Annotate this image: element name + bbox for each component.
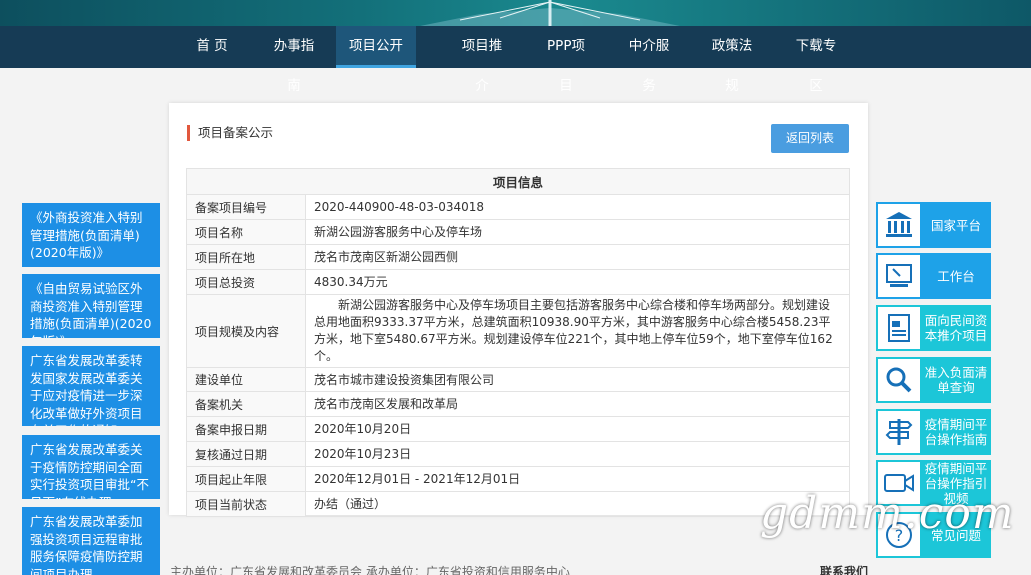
row-value: 茂名市茂南区发展和改革局 xyxy=(305,391,850,417)
row-label: 备案申报日期 xyxy=(186,416,306,442)
row-value: 4830.34万元 xyxy=(305,269,850,295)
project-info-table: 项目信息 备案项目编号 2020-440900-48-03-034018 项目名称新… xyxy=(186,168,850,517)
footer-organizers: 主办单位：广东省发展和改革委员会 承办单位：广东省投资和信用服务中心 xyxy=(170,565,570,575)
row-value: 2020年10月20日 xyxy=(305,416,850,442)
nav-item-5[interactable]: 中介服务 xyxy=(623,26,675,94)
policy-link[interactable]: 《外商投资准入特别管理措施(负面清单)(2020年版)》 xyxy=(22,203,160,267)
service-label: 面向民间资本推介项目 xyxy=(924,313,988,343)
watermark: gdmm.com xyxy=(760,488,1015,539)
service-search-button[interactable]: 准入负面清单查询 xyxy=(876,357,991,403)
table-row: 备案申报日期 2020年10月20日 xyxy=(186,416,850,442)
service-label: 国家平台 xyxy=(930,217,981,233)
main-nav: 首 页 办事指南 项目公开 项目推介 PPP项目 中介服务 政策法规 下载专区 xyxy=(0,26,1031,94)
row-value: 2020年10月23日 xyxy=(305,441,850,467)
row-label: 项目当前状态 xyxy=(186,491,306,517)
row-label: 备案项目编号 xyxy=(186,194,306,220)
table-row: 项目当前状态 办结（通过） xyxy=(186,491,850,517)
row-label: 项目起止年限 xyxy=(186,466,306,492)
header-banner xyxy=(0,0,1031,26)
row-value: 新湖公园游客服务中心及停车场项目主要包括游客服务中心综合楼和停车场两部分。规划建… xyxy=(305,294,850,368)
table-header: 项目信息 xyxy=(186,168,850,195)
monitor-icon xyxy=(878,255,920,297)
contact-us-link[interactable]: 联系我们 xyxy=(820,563,868,575)
service-document-button[interactable]: 面向民间资本推介项目 xyxy=(876,305,991,351)
search-icon xyxy=(878,359,920,401)
row-label: 项目名称 xyxy=(186,219,306,245)
row-value: 茂名市城市建设投资集团有限公司 xyxy=(305,367,850,392)
row-label: 复核通过日期 xyxy=(186,441,306,467)
table-row: 建设单位 茂名市城市建设投资集团有限公司 xyxy=(186,367,850,392)
table-row: 项目起止年限 2020年12月01日 - 2021年12月01日 xyxy=(186,466,850,492)
row-label: 项目总投资 xyxy=(186,269,306,295)
document-icon xyxy=(878,307,920,349)
row-label: 项目所在地 xyxy=(186,244,306,270)
back-to-list-button[interactable]: 返回列表 xyxy=(771,124,849,153)
policy-link[interactable]: 广东省发展改革委转发国家发展改革委关于应对疫情进一步深化改革做好外资项目有关工作… xyxy=(22,346,160,426)
table-row: 项目总投资 4830.34万元 xyxy=(186,269,850,295)
service-label: 工作台 xyxy=(937,268,975,284)
table-row: 项目所在地 茂名市茂南区新湖公园西侧 xyxy=(186,244,850,270)
nav-item-4[interactable]: PPP项目 xyxy=(541,26,591,94)
table-row: 备案机关 茂名市茂南区发展和改革局 xyxy=(186,391,850,417)
table-row: 复核通过日期 2020年10月23日 xyxy=(186,441,850,467)
nav-item-7[interactable]: 下载专区 xyxy=(790,26,842,94)
bridge-image xyxy=(420,0,680,26)
row-label: 备案机关 xyxy=(186,391,306,417)
policy-link[interactable]: 广东省发展改革委加强投资项目远程审批服务保障疫情防控期间项目办理 xyxy=(22,507,160,575)
policy-link[interactable]: 广东省发展改革委关于疫情防控期间全面实行投资项目审批“不见面”在线办理 xyxy=(22,435,160,499)
table-row: 项目名称 新湖公园游客服务中心及停车场 xyxy=(186,219,850,245)
service-label: 准入负面清单查询 xyxy=(924,365,988,395)
row-value: 2020-440900-48-03-034018 xyxy=(305,194,850,220)
policy-link[interactable]: 《自由贸易试验区外商投资准入特别管理措施(负面清单)(2020年版)》 xyxy=(22,274,160,338)
service-bank-button[interactable]: 国家平台 xyxy=(876,202,991,248)
table-row: 备案项目编号 2020-440900-48-03-034018 xyxy=(186,194,850,220)
bank-icon xyxy=(878,204,920,246)
table-row: 项目规模及内容 新湖公园游客服务中心及停车场项目主要包括游客服务中心综合楼和停车场… xyxy=(186,294,850,368)
nav-item-2[interactable]: 项目公开 xyxy=(336,26,416,68)
service-monitor-button[interactable]: 工作台 xyxy=(876,253,991,299)
nav-item-3[interactable]: 项目推介 xyxy=(456,26,508,94)
row-value: 茂名市茂南区新湖公园西侧 xyxy=(305,244,850,270)
signpost-icon xyxy=(878,411,920,453)
project-card: 项目备案公示 返回列表 项目信息 备案项目编号 2020-440900-48-03… xyxy=(169,103,868,517)
nav-item-1[interactable]: 办事指南 xyxy=(268,26,320,94)
row-label: 建设单位 xyxy=(186,367,306,392)
row-value: 新湖公园游客服务中心及停车场 xyxy=(305,219,850,245)
service-label: 疫情期间平台操作指南 xyxy=(924,417,988,447)
service-signpost-button[interactable]: 疫情期间平台操作指南 xyxy=(876,409,991,455)
nav-item-6[interactable]: 政策法规 xyxy=(706,26,758,94)
nav-item-0[interactable]: 首 页 xyxy=(195,26,229,68)
card-title: 项目备案公示 xyxy=(187,125,273,141)
row-label: 项目规模及内容 xyxy=(186,294,306,368)
